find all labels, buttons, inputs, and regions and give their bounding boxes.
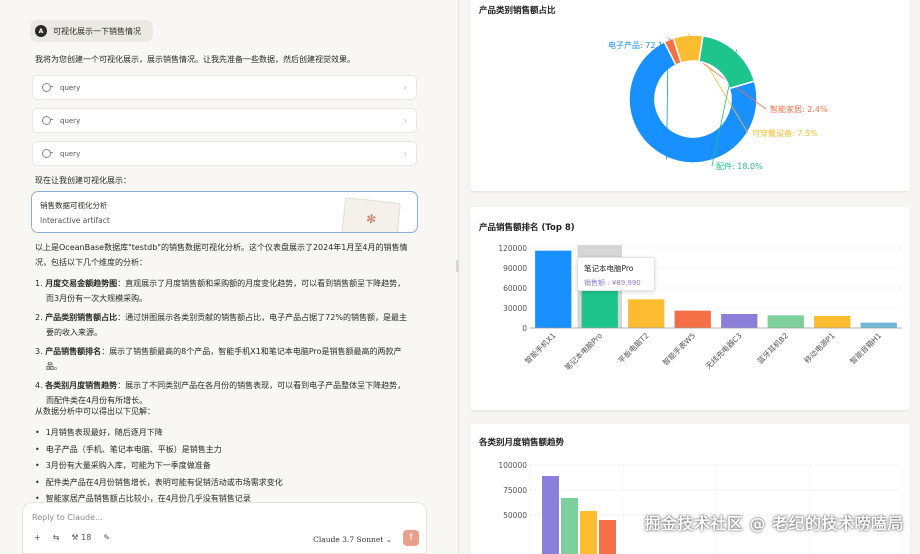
list-item: 2. 产品类别销售额占比：通过饼图展示各类别贡献的销售额占比，电子产品占据了72…	[35, 313, 407, 337]
tooltip-name: 笔记本电脑Pro	[584, 264, 634, 273]
y-tick-label: 30000	[503, 304, 527, 313]
artifact-thumbnail: ✻	[341, 197, 401, 232]
x-tick-label: 无线充电器C3	[703, 330, 744, 371]
list-item: 电子产品（手机、笔记本电脑、平板）是销售主力	[35, 442, 410, 459]
analysis-list: 1. 月度交易金额趋势图：直观展示了月度销售额和采购额的月度变化趋势，可以看到销…	[35, 276, 410, 412]
bar	[814, 316, 851, 328]
x-tick-label: 笔记本电脑Pro	[562, 330, 604, 372]
bar	[628, 299, 665, 328]
tool-call-query[interactable]: query ›	[32, 108, 417, 133]
hammer-icon: ⚒	[71, 533, 79, 542]
tool-call-query[interactable]: query ›	[32, 141, 417, 166]
sliders-icon[interactable]: ⇆	[53, 533, 60, 542]
x-tick-label: 移动电源P1	[802, 330, 837, 365]
tool-call-label: query	[60, 116, 81, 125]
tool-call-query[interactable]: query ›	[32, 75, 417, 100]
y-tick-label: 75000	[503, 486, 527, 495]
chat-pane: A 可视化展示一下销售情况 我将为您创建一个可视化展示，展示销售情况。让我先准备…	[0, 0, 458, 554]
x-tick-label: 智能音箱H1	[848, 330, 884, 366]
bar	[599, 520, 616, 554]
summary-text: 以上是OceanBase数据库"testdb"的销售数据可视化分析。这个仪表盘展…	[35, 243, 408, 267]
list-item: 1月销售表现最好，随后逐月下降	[35, 425, 410, 442]
pie-slice-label: 配件: 18.0%	[716, 161, 763, 171]
search-icon	[42, 116, 53, 125]
reply-input[interactable]: Reply to Claude...	[32, 513, 103, 522]
tools-count: 18	[81, 533, 92, 542]
tool-call-label: query	[60, 83, 81, 92]
pie-chart-card: 产品类别销售额占比 电子产品: 72.1% 智能家居: 2.4% 可穿戴设备: 7.…	[470, 0, 910, 191]
artifact-card[interactable]: 销售数据可视化分析 Interactive artifact ✻	[31, 191, 418, 233]
plus-icon[interactable]: +	[34, 533, 41, 542]
artifact-viewer: 产品类别销售额占比 电子产品: 72.1% 智能家居: 2.4% 可穿戴设备: 7.…	[459, 0, 920, 554]
bar-chart-card: 产品销售额排名 (Top 8) 0 30000 60000 90000 120000 智能…	[470, 207, 910, 410]
y-tick-label: 0	[522, 324, 527, 333]
x-tick-label: 蓝牙耳机B2	[755, 330, 790, 365]
trend-chart-card: 各类别月度销售额趋势 50000 75000 100000	[470, 424, 910, 554]
pre-artifact-text: 现在让我创建可视化展示：	[35, 176, 131, 185]
model-selector[interactable]: Claude 3.7 Sonnet ⌄	[313, 535, 392, 544]
tool-call-label: query	[60, 149, 81, 158]
chevron-right-icon: ›	[403, 149, 407, 158]
pie-chart: 电子产品: 72.1% 智能家居: 2.4% 可穿戴设备: 7.5% 配件: 18.0…	[608, 32, 828, 171]
bar	[535, 250, 572, 328]
assistant-intro: 我将为您创建一个可视化展示，展示销售情况。让我先准备一些数据，然后创建视觉效果。	[35, 55, 355, 64]
message-composer: Reply to Claude... + ⇆ ⚒ 18 ✎ Claude 3.7…	[22, 502, 427, 554]
bar	[860, 322, 897, 328]
chevron-right-icon: ›	[403, 116, 407, 125]
x-tick-label: 平板电脑T2	[616, 330, 651, 365]
bar-chart: 0300006000090000120000智能手机X1 笔记本电脑Pro 平板电脑…	[498, 244, 902, 372]
user-message-text: 可视化展示一下销售情况	[53, 26, 141, 36]
x-tick-label: 智能手机X1	[522, 330, 557, 365]
list-item: 3月份有大量采购入库，可能为下一季度做准备	[35, 458, 410, 475]
user-message: A 可视化展示一下销售情况	[30, 20, 153, 42]
pie-slice-label: 智能家居: 2.4%	[770, 104, 828, 114]
findings-list: 1月销售表现最好，随后逐月下降 电子产品（手机、笔记本电脑、平板）是销售主力 3…	[35, 425, 410, 508]
pie-slice-label: 电子产品: 72.1%	[608, 40, 671, 50]
trend-chart: 50000 75000 100000	[498, 461, 903, 554]
pie-slice	[698, 34, 756, 90]
bar	[674, 310, 711, 328]
send-button[interactable]: ↑	[403, 530, 419, 546]
search-icon	[42, 149, 53, 158]
y-tick-label: 100000	[498, 461, 527, 470]
bar	[561, 498, 578, 554]
watermark: 掘金技术社区 @ 老纪的技术唠嗑局	[644, 514, 904, 533]
y-tick-label: 90000	[503, 264, 527, 273]
tooltip-value: ¥89,990	[611, 279, 641, 287]
y-tick-label: 60000	[503, 284, 527, 293]
y-tick-label: 120000	[498, 244, 527, 253]
search-icon	[42, 83, 53, 92]
bar	[542, 476, 559, 554]
chart-tooltip: 笔记本电脑Pro 销售额 : ¥89,990	[577, 257, 655, 291]
list-item: 1. 月度交易金额趋势图：直观展示了月度销售额和采购额的月度变化趋势，可以看到销…	[35, 279, 406, 303]
bar	[580, 511, 597, 554]
artifact-icon: ✻	[365, 211, 377, 227]
user-avatar: A	[35, 25, 47, 37]
tools-button[interactable]: ⚒ 18	[71, 533, 91, 542]
bar	[767, 315, 804, 328]
chevron-right-icon: ›	[403, 83, 407, 92]
findings-intro: 从数据分析中可以得出以下见解：	[35, 407, 155, 416]
tooltip-label: 销售额	[584, 279, 605, 287]
pencil-icon[interactable]: ✎	[103, 533, 110, 542]
bar	[721, 314, 758, 328]
list-item: 配件类产品在4月份销售增长，表明可能有促销活动或市场需求变化	[35, 475, 410, 492]
y-tick-label: 50000	[503, 511, 527, 520]
pie-slice-label: 可穿戴设备: 7.5%	[752, 128, 818, 138]
list-item: 3. 产品销售额排名：展示了销售额最高的8个产品，智能手机X1和笔记本电脑Pro…	[35, 347, 402, 371]
chevron-down-icon: ⌄	[385, 535, 392, 544]
x-tick-label: 智能手表W5	[660, 330, 697, 367]
arrow-up-icon: ↑	[407, 533, 415, 543]
